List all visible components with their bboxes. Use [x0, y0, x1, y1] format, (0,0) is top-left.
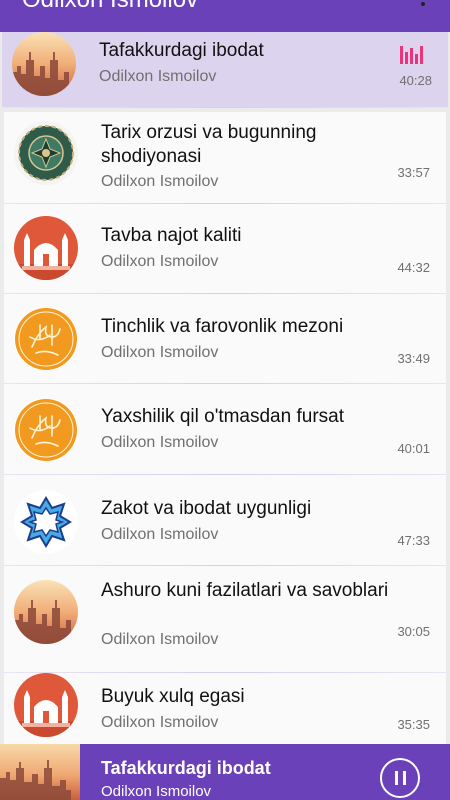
- track-artist: Odilxon Ismoilov: [101, 253, 219, 270]
- track-title: Tinchlik va farovonlik mezoni: [101, 316, 344, 337]
- track-duration: 33:57: [397, 165, 430, 180]
- track-row[interactable]: Tinchlik va farovonlik mezoni Odilxon Ism…: [4, 294, 446, 384]
- track-artist: Odilxon Ismoilov: [101, 434, 219, 451]
- city-sunset-thumbnail: [14, 580, 78, 644]
- mosque-thumbnail: [14, 216, 78, 280]
- mosque-thumbnail: [14, 673, 78, 737]
- track-duration: 40:01: [397, 441, 430, 456]
- city-sunset-thumbnail: [12, 32, 76, 96]
- track-title: Yaxshilik qil o'tmasdan fursat: [101, 406, 344, 427]
- track-title: Tarix orzusi va bugunning shodiyonasi: [101, 122, 317, 167]
- track-artist: Odilxon Ismoilov: [99, 68, 217, 85]
- calligraphy-seal-thumbnail: [14, 398, 78, 462]
- app-title: Odilxon Ismoilov: [22, 0, 198, 14]
- track-title: Zakot va ibodat uygunligi: [101, 498, 312, 519]
- track-row[interactable]: Yaxshilik qil o'tmasdan fursat Odilxon Is…: [4, 384, 446, 475]
- islamic-ornament-thumbnail: [14, 121, 78, 185]
- track-list: Tafakkurdagi ibodat Odilxon Ismoilov 40:28…: [0, 32, 450, 744]
- track-row[interactable]: Tafakkurdagi ibodat Odilxon Ismoilov 40:28: [2, 32, 448, 108]
- track-row[interactable]: Tarix orzusi va bugunning shodiyonasi Odi…: [4, 112, 446, 204]
- track-artist: Odilxon Ismoilov: [101, 173, 219, 190]
- track-row[interactable]: Zakot va ibodat uygunligi Odilxon Ismoilo…: [4, 475, 446, 566]
- track-artist: Odilxon Ismoilov: [101, 344, 219, 361]
- player-track-title: Tafakkurdagi ibodat: [101, 758, 271, 778]
- track-duration: 44:32: [397, 260, 430, 275]
- row-divider: [2, 107, 448, 108]
- track-title: Tafakkurdagi ibodat: [99, 40, 264, 61]
- track-title: Buyuk xulq egasi: [101, 686, 245, 707]
- track-artist: Odilxon Ismoilov: [101, 631, 219, 648]
- track-duration: 40:28: [399, 73, 432, 88]
- pause-button[interactable]: [380, 758, 420, 798]
- player-track-artist: Odilxon Ismoilov: [101, 783, 212, 800]
- track-artist: Odilxon Ismoilov: [101, 714, 219, 731]
- mini-player[interactable]: Tafakkurdagi ibodat Odilxon Ismoilov: [0, 744, 450, 800]
- track-duration: 33:49: [397, 351, 430, 366]
- track-row[interactable]: Buyuk xulq egasi Odilxon Ismoilov 35:35: [4, 673, 446, 744]
- pause-icon-bar: [403, 771, 406, 785]
- track-duration: 30:05: [397, 624, 430, 639]
- track-title: Ashuro kuni fazilatlari va savoblari: [101, 580, 389, 601]
- city-sunset-thumbnail: [0, 744, 80, 800]
- track-row[interactable]: Tavba najot kaliti Odilxon Ismoilov 44:32: [4, 204, 446, 294]
- calligraphy-seal-thumbnail: [14, 307, 78, 371]
- star-pattern-thumbnail: [14, 490, 78, 554]
- more-vert-icon[interactable]: [420, 0, 426, 8]
- app-bar: Odilxon Ismoilov: [0, 0, 450, 32]
- track-row[interactable]: Ashuro kuni fazilatlari va savoblari Odil…: [4, 566, 446, 673]
- equalizer-icon: [400, 46, 424, 64]
- track-artist: Odilxon Ismoilov: [101, 526, 219, 543]
- track-duration: 47:33: [397, 533, 430, 548]
- track-title: Tavba najot kaliti: [101, 225, 242, 246]
- pause-icon-bar: [395, 771, 398, 785]
- track-duration: 35:35: [397, 717, 430, 732]
